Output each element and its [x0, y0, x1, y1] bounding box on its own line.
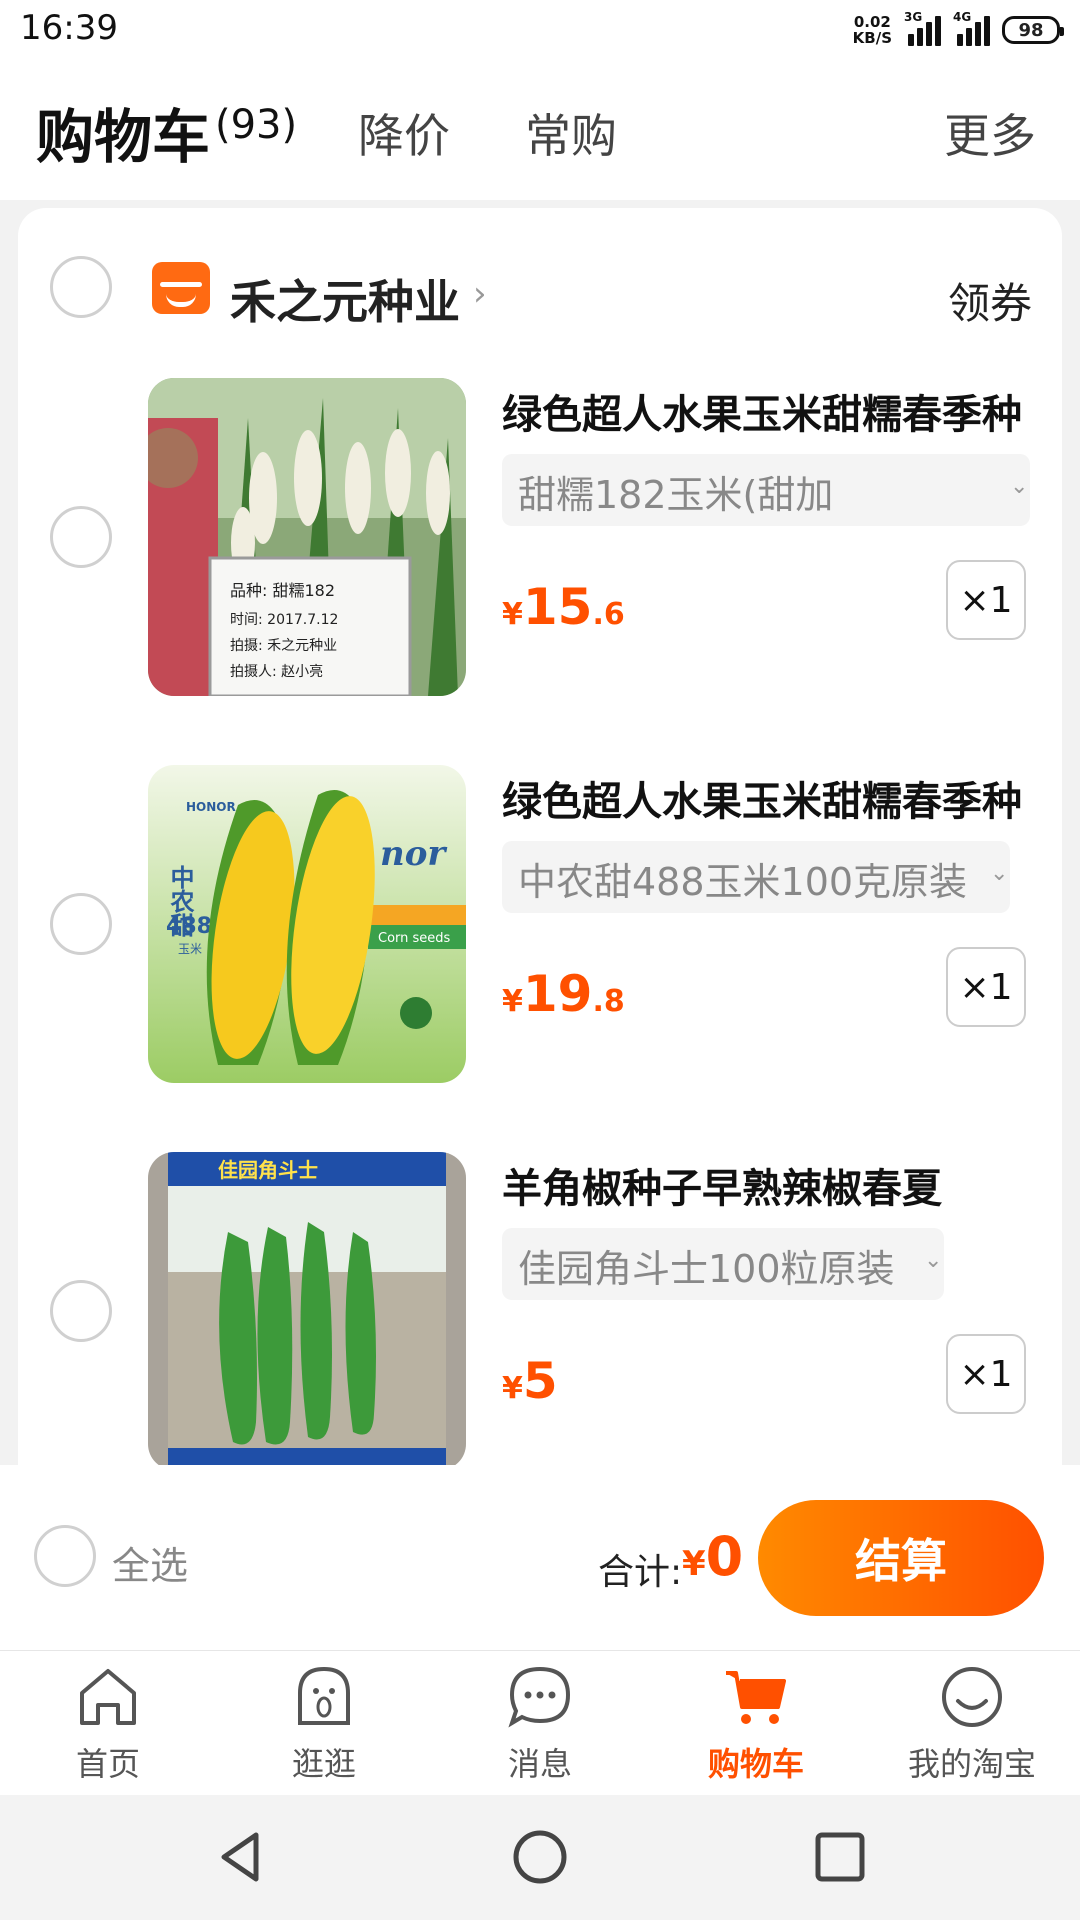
system-nav-bar [0, 1795, 1080, 1920]
select-all-radio[interactable] [34, 1525, 96, 1587]
back-icon[interactable] [210, 1825, 274, 1889]
more-button[interactable]: 更多 [944, 100, 1036, 166]
status-time: 16:39 [20, 8, 118, 48]
product-spec-select[interactable]: 佳园角斗士100粒原装 [502, 1228, 944, 1300]
product-image[interactable]: 佳园角斗士 [148, 1152, 466, 1465]
svg-text:玉米: 玉米 [178, 942, 202, 956]
home-icon [80, 1669, 136, 1725]
item-select-radio[interactable] [50, 1280, 112, 1342]
select-all-label[interactable]: 全选 [112, 1535, 188, 1590]
bottom-tab-bar: 首页 逛逛 消息 购物车 我的淘宝 [0, 1650, 1080, 1795]
cart-item: 品种: 甜糯182 时间: 2017.7.12 拍摄: 禾之元种业 拍摄人: 赵… [18, 378, 1062, 698]
svg-text:nor: nor [380, 834, 447, 874]
cart-icon [726, 1671, 786, 1724]
svg-text:488: 488 [166, 914, 212, 939]
svg-text:Corn seeds: Corn seeds [378, 931, 451, 946]
store-icon [152, 262, 210, 314]
svg-text:拍摄人: 赵小亮: 拍摄人: 赵小亮 [230, 663, 323, 680]
chevron-right-icon[interactable]: › [473, 274, 487, 314]
network-speed: 0.02 KB/S [852, 13, 892, 47]
page-title: 购物车 [36, 103, 211, 171]
product-title[interactable]: 羊角椒种子早熟辣椒春夏 [502, 1156, 1042, 1214]
tab-frequent[interactable]: 常购 [525, 100, 617, 166]
corn-seed-package-icon: HONOR 中农甜 488 玉米 nor Corn seeds [148, 765, 466, 1083]
profile-icon [942, 1667, 1002, 1727]
home-button-icon[interactable] [508, 1825, 572, 1889]
total-label: 合计: [598, 1552, 683, 1593]
product-image[interactable]: HONOR 中农甜 488 玉米 nor Corn seeds [148, 765, 466, 1083]
cart-item: HONOR 中农甜 488 玉米 nor Corn seeds 绿色超人水果玉米… [18, 765, 1062, 1085]
explore-icon [298, 1666, 350, 1725]
tab-messages[interactable]: 消息 [432, 1651, 648, 1796]
product-spec-select[interactable]: 甜糯182玉米(甜加 [502, 454, 1030, 526]
tab-home[interactable]: 首页 [0, 1651, 216, 1796]
svg-text:品种: 甜糯182: 品种: 甜糯182 [230, 581, 335, 600]
svg-text:佳园角斗士: 佳园角斗士 [218, 1158, 318, 1182]
tab-profile[interactable]: 我的淘宝 [864, 1651, 1080, 1796]
item-select-radio[interactable] [50, 506, 112, 568]
checkout-button[interactable]: 结算 [758, 1500, 1044, 1616]
svg-text:拍摄: 禾之元种业: 拍摄: 禾之元种业 [230, 638, 337, 654]
item-select-radio[interactable] [50, 893, 112, 955]
cart-item: 佳园角斗士 羊角椒种子早熟辣椒春夏 佳园角斗士100粒原装 ⌄ ¥5 ×1 [18, 1152, 1062, 1465]
product-price: ¥5 [502, 1352, 558, 1410]
svg-text:时间: 2017.7.12: 时间: 2017.7.12 [230, 612, 338, 628]
store-name[interactable]: 禾之元种业 [230, 266, 460, 332]
svg-text:HONOR: HONOR [186, 800, 236, 814]
cart-header: 购物车 (93) 降价 常购 更多 [0, 60, 1080, 200]
product-image[interactable]: 品种: 甜糯182 时间: 2017.7.12 拍摄: 禾之元种业 拍摄人: 赵… [148, 378, 466, 696]
product-title[interactable]: 绿色超人水果玉米甜糯春季种 [502, 382, 1042, 440]
battery-icon: 98 [1002, 16, 1064, 44]
cart-count: (93) [215, 102, 298, 148]
product-price: ¥19.8 [502, 965, 625, 1023]
signal-4g-icon: 4G [953, 10, 990, 46]
quantity-button[interactable]: ×1 [946, 947, 1026, 1027]
corn-field-photo-icon: 品种: 甜糯182 时间: 2017.7.12 拍摄: 禾之元种业 拍摄人: 赵… [148, 378, 466, 696]
tab-cart[interactable]: 购物车 [648, 1651, 864, 1796]
product-spec-select[interactable]: 中农甜488玉米100克原装 [502, 841, 1010, 913]
message-icon [508, 1666, 571, 1728]
store-card: 禾之元种业 › 领券 品种: 甜糯182 时间: 2017.7.12 拍摄: 禾… [18, 208, 1062, 1465]
coupon-button[interactable]: 领券 [948, 270, 1032, 331]
chevron-down-icon: ⌄ [924, 1248, 943, 1273]
checkout-bar: 全选 合计: ¥0 结算 [0, 1465, 1080, 1650]
tab-price-drop[interactable]: 降价 [358, 100, 450, 166]
tab-explore[interactable]: 逛逛 [216, 1651, 432, 1796]
quantity-button[interactable]: ×1 [946, 1334, 1026, 1414]
product-price: ¥15.6 [502, 578, 625, 636]
status-bar: 16:39 0.02 KB/S 3G 4G 98 [0, 0, 1080, 60]
store-header: 禾之元种业 › 领券 [18, 208, 1062, 348]
cart-content[interactable]: 禾之元种业 › 领券 品种: 甜糯182 时间: 2017.7.12 拍摄: 禾… [0, 200, 1080, 1465]
product-title[interactable]: 绿色超人水果玉米甜糯春季种 [502, 769, 1042, 827]
store-select-radio[interactable] [50, 256, 112, 318]
pepper-seed-package-icon: 佳园角斗士 [148, 1152, 466, 1465]
quantity-button[interactable]: ×1 [946, 560, 1026, 640]
signal-3g-icon: 3G [904, 10, 941, 46]
chevron-down-icon: ⌄ [990, 861, 1009, 886]
recent-apps-icon[interactable] [808, 1825, 872, 1889]
chevron-down-icon: ⌄ [1010, 474, 1029, 499]
total-amount: ¥0 [682, 1525, 744, 1588]
status-icons: 0.02 KB/S 3G 4G 98 [852, 10, 1064, 50]
